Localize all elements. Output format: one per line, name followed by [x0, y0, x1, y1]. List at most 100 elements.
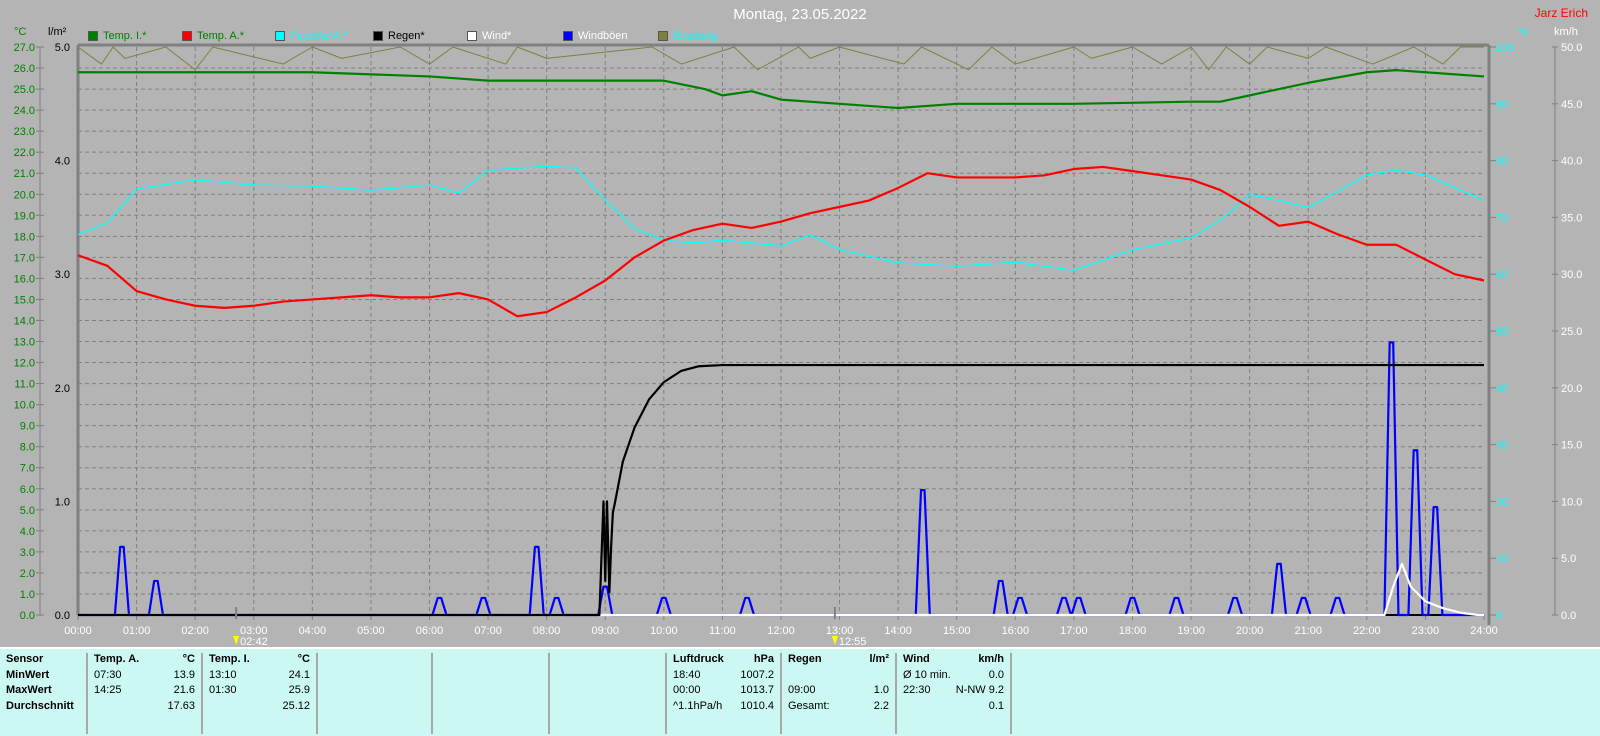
- total-label: Gesamt:: [788, 699, 830, 712]
- value: 0.0: [988, 668, 1004, 681]
- wind-axis-unit: km/h: [1554, 26, 1578, 38]
- wind-tick-label: 5.0: [1561, 553, 1576, 565]
- temp-tick-label: 18.0: [14, 231, 35, 243]
- wind-tick-label: 50.0: [1561, 42, 1582, 54]
- sensor-column: Sensor MinWert MaxWert Durchschnitt: [0, 653, 88, 734]
- legend-label: Feuchte A.*: [290, 30, 347, 42]
- humidity-tick-label: 70: [1496, 212, 1508, 224]
- col-unit: hPa: [753, 653, 774, 665]
- rain-column: Regen l/m² 09:00 1.0 Gesamt: 2.2: [782, 653, 897, 734]
- legend-reception: Empfang: [658, 30, 717, 42]
- temp-tick-label: 21.0: [14, 168, 35, 180]
- col-header: Wind: [903, 653, 930, 665]
- legend-label: Wind*: [482, 30, 512, 42]
- temp-tick-label: 17.0: [14, 252, 35, 264]
- temp-tick-label: 5.0: [20, 505, 35, 517]
- temp-a-column: Temp. A. °C 07:30 13.9 14:25 21.6 17.63: [88, 653, 203, 734]
- legend-swatch: [275, 31, 285, 41]
- x-tick-label: 14:00: [884, 625, 912, 637]
- max-label: MaxWert: [6, 684, 52, 696]
- legend-label: Empfang: [673, 30, 718, 42]
- wind-column: Wind km/h Ø 10 min. 0.0 22:30 N-NW 9.2 0.1: [897, 653, 1012, 734]
- x-tick-label: 17:00: [1060, 625, 1088, 637]
- temp-tick-label: 16.0: [14, 273, 35, 285]
- temp-tick-label: 13.0: [14, 337, 35, 349]
- x-tick-label: 06:00: [416, 625, 444, 637]
- legend-temp-i: Temp. I.*: [88, 30, 146, 42]
- temp-tick-label: 9.0: [20, 421, 35, 433]
- col-header: Temp. I.: [209, 653, 250, 665]
- humidity-tick-label: 20: [1496, 496, 1508, 508]
- rain-tick-label: 5.0: [55, 42, 70, 54]
- wind-tick-label: 15.0: [1561, 440, 1582, 452]
- wind-tick-label: 35.0: [1561, 212, 1582, 224]
- time: 13:10: [209, 668, 237, 681]
- value: 17.63: [167, 699, 195, 712]
- legend-humidity: Feuchte A.*: [275, 30, 347, 42]
- col-unit: °C: [182, 653, 195, 665]
- x-tick-label: 18:00: [1119, 625, 1147, 637]
- legend-swatch: [88, 31, 98, 41]
- temp-tick-label: 25.0: [14, 84, 35, 96]
- x-tick-label: 15:00: [943, 625, 971, 637]
- rain-tick-label: 3.0: [55, 269, 70, 281]
- legend-label: Regen*: [388, 30, 425, 42]
- humidity-tick-label: 10: [1496, 553, 1508, 565]
- value: 0.1: [988, 699, 1004, 712]
- avg-label: Durchschnitt: [6, 699, 74, 712]
- wind-tick-label: 10.0: [1561, 496, 1582, 508]
- wind-tick-label: 30.0: [1561, 269, 1582, 281]
- min-label: MinWert: [6, 668, 50, 681]
- legend-swatch: [563, 31, 573, 41]
- value: 24.1: [288, 668, 310, 681]
- col-unit: km/h: [978, 653, 1004, 665]
- temp-tick-label: 0.0: [20, 610, 35, 622]
- humidity-tick-label: 40: [1496, 383, 1508, 395]
- rain-tick-label: 0.0: [55, 610, 70, 622]
- sun-icon: [831, 636, 838, 645]
- temp-tick-label: 26.0: [14, 63, 35, 75]
- value: 1013.7: [740, 684, 774, 696]
- sensor-header: Sensor: [6, 653, 44, 665]
- temp-tick-label: 22.0: [14, 147, 35, 159]
- time: 14:25: [94, 684, 122, 696]
- rain-tick-label: 1.0: [55, 496, 70, 508]
- x-tick-label: 10:00: [650, 625, 678, 637]
- temp-tick-label: 14.0: [14, 315, 35, 327]
- temp-tick-label: 3.0: [20, 547, 35, 559]
- legend-label: Temp. I.*: [103, 30, 147, 42]
- trend: ^1.1hPa/h: [673, 699, 723, 712]
- x-tick-label: 16:00: [1002, 625, 1030, 637]
- temp-tick-label: 12.0: [14, 358, 35, 370]
- x-tick-label: 19:00: [1177, 625, 1205, 637]
- temp-tick-label: 19.0: [14, 210, 35, 222]
- marker-label: 12:55: [839, 636, 867, 646]
- wind-tick-label: 20.0: [1561, 383, 1582, 395]
- x-tick-label: 04:00: [299, 625, 327, 637]
- empty-column: [433, 653, 550, 734]
- temp-tick-label: 11.0: [14, 379, 35, 391]
- time: 22:30: [903, 684, 931, 696]
- value: 25.12: [282, 699, 310, 712]
- value: N-NW 9.2: [955, 684, 1004, 696]
- wind-tick-label: 45.0: [1561, 99, 1582, 111]
- avg-label: Ø 10 min.: [903, 668, 951, 681]
- weather-chart: 00:00 01:00 02:00 03:00 04:00 05:00 06:00 07:00…: [14, 42, 1583, 646]
- rain-tick-label: 2.0: [55, 383, 70, 395]
- humidity-tick-label: 100: [1496, 42, 1514, 54]
- x-tick-label: 24:00: [1470, 625, 1498, 637]
- temp-tick-label: 24.0: [14, 105, 35, 117]
- x-tick-label: 08:00: [533, 625, 561, 637]
- chart-title: Montag, 23.05.2022: [733, 6, 867, 23]
- col-header: Luftdruck: [673, 653, 724, 665]
- legend-swatch: [467, 31, 477, 41]
- stats-table: Sensor MinWert MaxWert Durchschnitt Temp…: [0, 647, 1600, 736]
- temp-tick-label: 4.0: [20, 526, 35, 538]
- value: 25.9: [288, 684, 310, 696]
- x-tick-label: 20:00: [1236, 625, 1264, 637]
- time: 07:30: [94, 668, 122, 681]
- legend-swatch: [182, 31, 192, 41]
- wind-tick-label: 25.0: [1561, 326, 1582, 338]
- legend-gusts: Windböen: [563, 30, 628, 42]
- temp-tick-label: 2.0: [20, 568, 35, 580]
